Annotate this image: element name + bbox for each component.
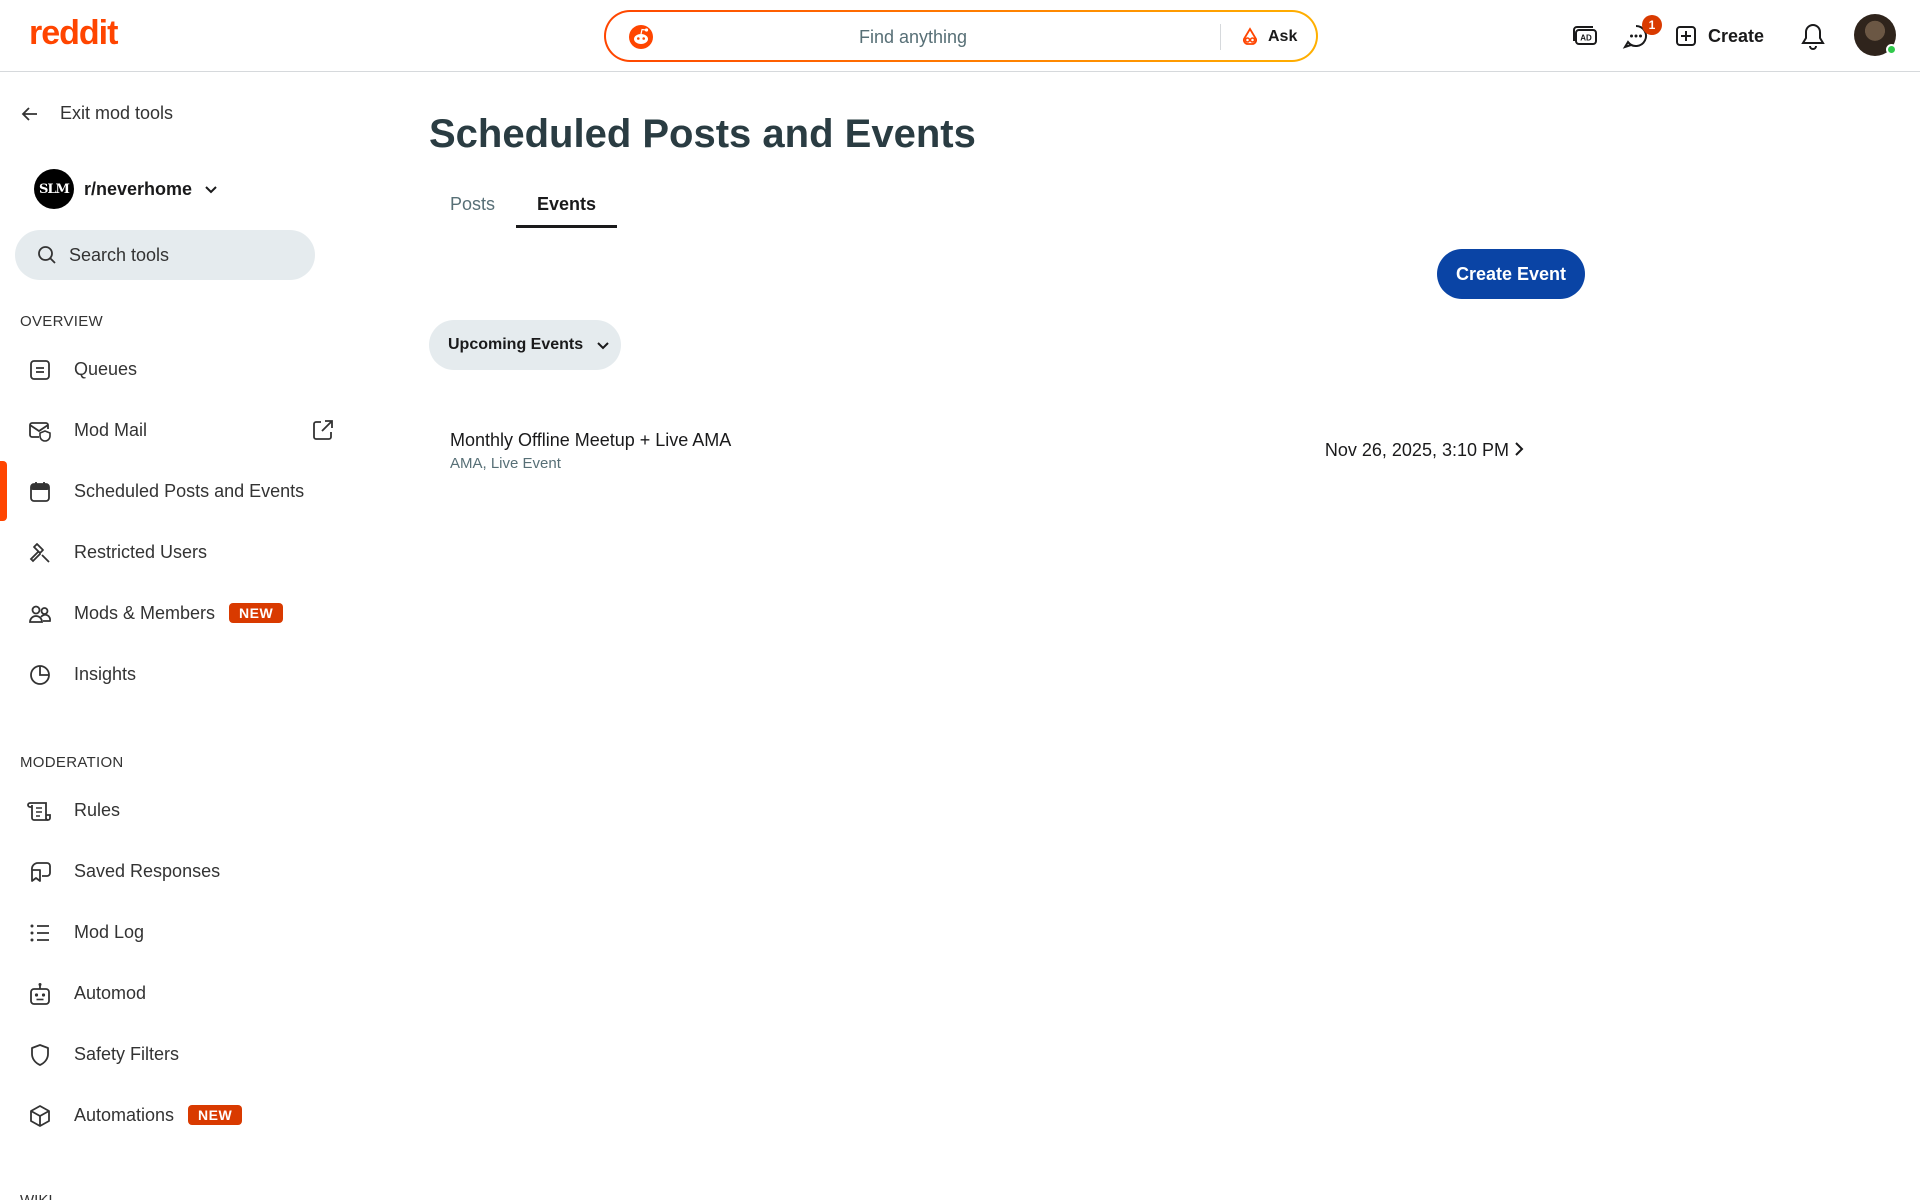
new-badge: NEW: [229, 603, 284, 623]
sidebar-item-restricted-users[interactable]: Restricted Users: [0, 522, 350, 582]
search-tools-placeholder: Search tools: [69, 244, 170, 265]
calendar-icon: [27, 479, 53, 505]
sidebar-item-label: Automod: [74, 983, 147, 1003]
chevron-down-icon: [205, 186, 217, 194]
user-avatar[interactable]: [1854, 14, 1897, 56]
wiki-section-label: WIKI: [20, 1192, 53, 1200]
sidebar-item-mods-and-members[interactable]: Mods & Members NEW: [0, 583, 350, 643]
sidebar-item-saved-responses[interactable]: Saved Responses: [0, 841, 350, 901]
community-avatar: SLM: [34, 169, 74, 209]
sidebar-item-insights[interactable]: Insights: [0, 644, 350, 704]
chevron-right-icon: [1515, 442, 1524, 456]
event-date: Nov 26, 2025, 3:10 PM: [1324, 440, 1509, 460]
global-search-bar[interactable]: Find anything Ask: [604, 10, 1318, 62]
tabs-bar: Posts Events: [429, 180, 618, 228]
ask-label: Ask: [1268, 28, 1298, 45]
ask-button[interactable]: Ask: [1240, 24, 1297, 50]
new-badge: NEW: [188, 1105, 243, 1125]
pie-chart-icon: [27, 662, 53, 688]
sidebar-item-label: Mods & Members: [74, 603, 216, 623]
sidebar-item-label: Mod Log: [74, 922, 145, 942]
sidebar-item-label: Automations: [74, 1105, 175, 1125]
search-icon: [38, 246, 56, 264]
tab-events[interactable]: Events: [516, 180, 618, 228]
hammer-icon: [27, 540, 53, 566]
upcoming-events-dropdown[interactable]: Upcoming Events: [429, 320, 621, 370]
sidebar-item-mod-log[interactable]: Mod Log: [0, 902, 350, 962]
moderation-section-label: MODERATION: [20, 754, 124, 771]
dropdown-label: Upcoming Events: [448, 336, 584, 353]
page-title: Scheduled Posts and Events: [429, 112, 976, 156]
online-status-dot: [1886, 44, 1897, 55]
community-switcher[interactable]: SLM r/neverhome: [34, 169, 220, 209]
search-input[interactable]: Find anything: [606, 27, 1220, 48]
sidebar-item-automod[interactable]: Automod: [0, 963, 350, 1023]
sidebar-item-label: Rules: [74, 800, 121, 820]
sidebar-item-label: Safety Filters: [74, 1044, 180, 1064]
advertise-icon[interactable]: AD: [1569, 20, 1601, 52]
chevron-down-icon: [597, 342, 609, 350]
mod-tools-sidebar: Exit mod tools SLM r/neverhome Search to…: [0, 73, 350, 1200]
cube-icon: [27, 1103, 53, 1129]
reddit-logo[interactable]: reddit: [29, 14, 118, 53]
create-event-button[interactable]: Create Event: [1437, 249, 1585, 299]
tab-posts[interactable]: Posts: [429, 180, 516, 228]
list-icon: [27, 920, 53, 946]
community-name: r/neverhome: [84, 178, 193, 199]
create-label: Create: [1708, 25, 1765, 46]
event-list-item[interactable]: Monthly Offline Meetup + Live AMA AMA, L…: [429, 418, 1565, 482]
exit-mod-tools-link[interactable]: Exit mod tools: [20, 103, 173, 124]
scroll-icon: [27, 798, 53, 824]
arrow-left-icon: [21, 106, 37, 121]
mod-mail-icon: [27, 418, 53, 444]
top-header: reddit Find anything Ask AD 1 Create: [0, 0, 1920, 72]
queue-icon: [27, 357, 53, 383]
plus-square-icon: [1676, 26, 1696, 46]
ask-icon: [1243, 27, 1257, 45]
search-tools-input[interactable]: Search tools: [15, 230, 315, 280]
event-title: Monthly Offline Meetup + Live AMA: [450, 430, 732, 450]
sidebar-item-queues[interactable]: Queues: [0, 339, 350, 399]
sidebar-item-safety-filters[interactable]: Safety Filters: [0, 1024, 350, 1084]
sidebar-item-automations[interactable]: Automations NEW: [0, 1085, 350, 1145]
sidebar-item-label: Insights: [74, 664, 137, 684]
overview-section-label: OVERVIEW: [20, 313, 103, 330]
svg-text:AD: AD: [1580, 34, 1592, 43]
create-button[interactable]: Create: [1674, 18, 1764, 54]
exit-mod-tools-label: Exit mod tools: [60, 103, 174, 123]
notification-bell-icon[interactable]: [1797, 20, 1829, 52]
sidebar-item-label: Scheduled Posts and Events: [74, 481, 305, 501]
chat-notification-badge: 1: [1642, 15, 1662, 35]
sidebar-item-scheduled-posts-and-events[interactable]: Scheduled Posts and Events: [0, 461, 350, 521]
sidebar-item-label: Queues: [74, 359, 138, 379]
external-link-icon[interactable]: [311, 418, 335, 447]
sidebar-item-label: Saved Responses: [74, 861, 221, 881]
shield-icon: [27, 1042, 53, 1068]
search-divider: [1220, 24, 1221, 50]
members-icon: [27, 601, 53, 627]
sidebar-item-mod-mail[interactable]: Mod Mail: [0, 400, 350, 460]
event-tags: AMA, Live Event: [450, 455, 561, 472]
sidebar-item-rules[interactable]: Rules: [0, 780, 350, 840]
saved-response-icon: [27, 859, 53, 885]
robot-icon: [27, 981, 53, 1007]
sidebar-item-label: Mod Mail: [74, 420, 148, 440]
sidebar-item-label: Restricted Users: [74, 542, 208, 562]
